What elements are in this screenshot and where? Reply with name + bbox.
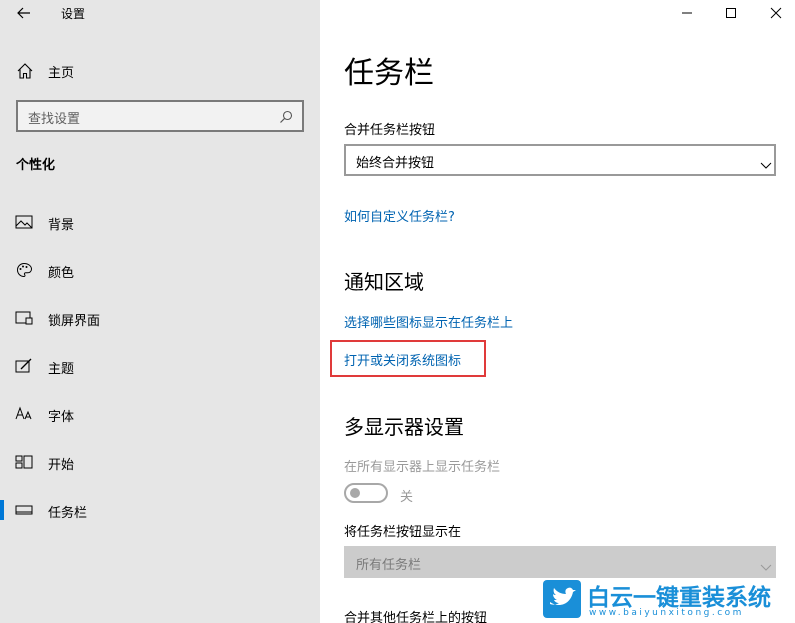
chevron-down-icon xyxy=(760,155,772,169)
home-icon xyxy=(16,62,34,80)
palette-icon xyxy=(15,262,33,278)
sidebar-item-label: 背景 xyxy=(48,218,75,233)
bird-logo-icon xyxy=(543,580,581,618)
sidebar-item-colors[interactable]: 颜色 xyxy=(0,252,320,288)
watermark-url: www.baiyunxitong.com xyxy=(589,608,744,618)
sidebar-item-taskbar[interactable]: 任务栏 xyxy=(0,492,320,528)
sidebar-item-start[interactable]: 开始 xyxy=(0,444,320,480)
image-icon xyxy=(15,214,33,230)
dropdown-value: 始终合并按钮 xyxy=(356,156,435,171)
show-on-all-displays-toggle[interactable] xyxy=(344,483,388,503)
combine-buttons-label: 合并任务栏按钮 xyxy=(344,123,436,138)
select-taskbar-icons-link[interactable]: 选择哪些图标显示在任务栏上 xyxy=(344,312,513,331)
watermark-name: 白云一键重装系统 xyxy=(587,585,771,611)
combine-buttons-dropdown[interactable]: 始终合并按钮 xyxy=(344,144,776,176)
sidebar-item-label: 锁屏界面 xyxy=(48,314,101,329)
sidebar-item-label: 字体 xyxy=(48,410,75,425)
customize-taskbar-link[interactable]: 如何自定义任务栏? xyxy=(344,206,455,225)
sidebar-item-background[interactable]: 背景 xyxy=(0,204,320,240)
sidebar-item-home[interactable]: 主页 xyxy=(0,54,320,88)
dropdown-value: 所有任务栏 xyxy=(356,558,422,573)
close-button[interactable] xyxy=(753,0,795,28)
toggle-knob xyxy=(350,488,360,498)
watermark: 白云一键重装系统 www.baiyunxitong.com xyxy=(543,578,795,623)
font-icon xyxy=(15,406,33,422)
maximize-button[interactable] xyxy=(708,0,754,28)
sidebar-item-lock-screen[interactable]: 锁屏界面 xyxy=(0,300,320,336)
sidebar: 设置 主页 查找设置 个性化 背景 颜色 锁屏界面 主题 字体 开始 任务栏 xyxy=(0,0,320,623)
sidebar-item-label: 开始 xyxy=(48,458,75,473)
show-buttons-on-dropdown[interactable]: 所有任务栏 xyxy=(344,546,776,578)
sidebar-item-label: 主页 xyxy=(48,66,75,81)
start-icon xyxy=(15,454,33,470)
page-title: 任务栏 xyxy=(344,56,434,91)
back-arrow-icon[interactable] xyxy=(14,3,34,23)
sidebar-item-label: 主题 xyxy=(48,362,75,377)
taskbar-icon xyxy=(15,502,33,518)
theme-icon xyxy=(15,358,33,374)
multi-display-heading: 多显示器设置 xyxy=(344,415,464,439)
sidebar-item-fonts[interactable]: 字体 xyxy=(0,396,320,432)
toggle-state-label: 关 xyxy=(400,490,414,505)
search-input[interactable]: 查找设置 xyxy=(16,100,304,132)
search-icon[interactable] xyxy=(278,109,294,125)
sidebar-item-themes[interactable]: 主题 xyxy=(0,348,320,384)
system-icons-link[interactable]: 打开或关闭系统图标 xyxy=(344,350,461,369)
lock-screen-icon xyxy=(15,310,33,326)
show-on-all-displays-label: 在所有显示器上显示任务栏 xyxy=(344,460,501,475)
chevron-down-icon xyxy=(760,557,772,571)
app-title: 设置 xyxy=(61,7,86,21)
sidebar-item-label: 任务栏 xyxy=(48,506,88,521)
show-buttons-on-label: 将任务栏按钮显示在 xyxy=(344,525,462,540)
minimize-button[interactable] xyxy=(664,0,710,28)
notification-area-heading: 通知区域 xyxy=(344,270,424,294)
main-pane: 任务栏 合并任务栏按钮 始终合并按钮 如何自定义任务栏? 通知区域 选择哪些图标… xyxy=(320,0,795,623)
sidebar-item-label: 颜色 xyxy=(48,266,75,281)
combine-other-buttons-label: 合并其他任务栏上的按钮 xyxy=(344,611,488,623)
section-heading-personalization: 个性化 xyxy=(16,158,56,173)
search-placeholder: 查找设置 xyxy=(28,112,81,127)
